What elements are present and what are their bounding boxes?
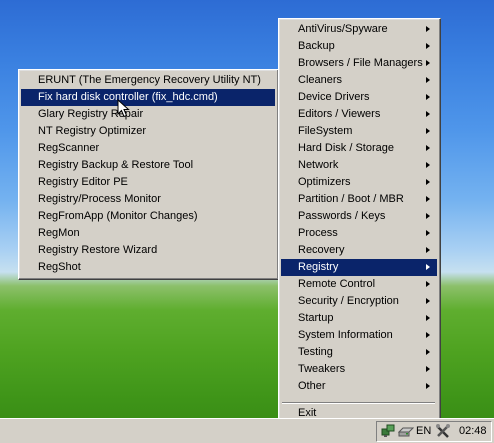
menu-item[interactable]: Optimizers [281,174,437,191]
menu-item-label: Backup [298,40,335,52]
submenu-arrow-icon [426,332,430,338]
menu-item-label: Recovery [298,244,345,256]
menu-item[interactable]: Tweakers [281,361,437,378]
submenu-arrow-icon [426,94,430,100]
menu-item[interactable]: Device Drivers [281,89,437,106]
menu-item-label: Registry [298,261,339,273]
menu-item[interactable]: Passwords / Keys [281,208,437,225]
clock[interactable]: 02:48 [459,425,487,437]
submenu-item[interactable]: Registry Backup & Restore Tool [21,157,275,174]
menu-item-label: FileSystem [298,125,353,137]
submenu-arrow-icon [426,60,430,66]
submenu-item[interactable]: Glary Registry Repair [21,106,275,123]
menu-item[interactable]: Cleaners [281,72,437,89]
submenu-arrow-icon [426,179,430,185]
submenu-arrow-icon [426,26,430,32]
submenu-arrow-icon [426,281,430,287]
menu-item[interactable]: Editors / Viewers [281,106,437,123]
menu-item[interactable]: Backup [281,38,437,55]
menu-item[interactable]: Security / Encryption [281,293,437,310]
menu-item-label: Testing [298,346,333,358]
submenu-item[interactable]: Fix hard disk controller (fix_hdc.cmd) [21,89,275,106]
menu-item-label: Network [298,159,339,171]
menu-item[interactable]: FileSystem [281,123,437,140]
submenu-arrow-icon [426,298,430,304]
menu-item-label: Registry Editor PE [38,176,128,188]
menu-item-label: Partition / Boot / MBR [298,193,404,205]
menu-item[interactable]: Testing [281,344,437,361]
menu-item-label: Security / Encryption [298,295,399,307]
submenu-item[interactable]: Registry/Process Monitor [21,191,275,208]
menu-item-label: Browsers / File Managers [298,57,423,69]
menu-item-label: Remote Control [298,278,376,290]
menu-item[interactable]: Browsers / File Managers [281,55,437,72]
tools-icon[interactable] [435,423,451,439]
menu-item-label: RegShot [38,261,81,273]
registry-submenu: ERUNT (The Emergency Recovery Utility NT… [18,69,279,280]
menu-item-label: ERUNT (The Emergency Recovery Utility NT… [38,74,261,86]
menu-item[interactable]: Hard Disk / Storage [281,140,437,157]
drive-icon[interactable] [398,423,414,439]
submenu-item[interactable]: RegScanner [21,140,275,157]
taskbar: EN 02:48 [0,418,494,443]
menu-item[interactable]: Partition / Boot / MBR [281,191,437,208]
submenu-arrow-icon [426,145,430,151]
submenu-arrow-icon [426,162,430,168]
menu-item-label: Registry Restore Wizard [38,244,158,256]
menu-item-label: Other [298,380,326,392]
submenu-item[interactable]: RegMon [21,225,275,242]
submenu-arrow-icon [426,213,430,219]
menu-item-label: Registry/Process Monitor [38,193,161,205]
submenu-arrow-icon [426,315,430,321]
menu-item-label: AntiVirus/Spyware [298,23,388,35]
menu-item-label: RegMon [38,227,80,239]
menu-item-label: Editors / Viewers [298,108,381,120]
submenu-arrow-icon [426,111,430,117]
menu-item-label: Cleaners [298,74,343,86]
submenu-item[interactable]: NT Registry Optimizer [21,123,275,140]
menu-separator [282,402,435,404]
menu-item[interactable]: Remote Control [281,276,437,293]
submenu-item[interactable]: ERUNT (The Emergency Recovery Utility NT… [21,72,275,89]
menu-item-label: Passwords / Keys [298,210,386,222]
submenu-item[interactable]: Registry Editor PE [21,174,275,191]
menu-item-label: Tweakers [298,363,346,375]
menu-item[interactable]: Startup [281,310,437,327]
menu-item[interactable]: AntiVirus/Spyware [281,21,437,38]
network-icon[interactable] [380,423,396,439]
language-indicator[interactable]: EN [416,425,431,437]
submenu-arrow-icon [426,247,430,253]
menu-item-label: NT Registry Optimizer [38,125,146,137]
submenu-item[interactable]: RegShot [21,259,275,276]
menu-item[interactable]: Other [281,378,437,395]
menu-item-label: RegFromApp (Monitor Changes) [38,210,198,222]
menu-item[interactable]: System Information [281,327,437,344]
main-menu: AntiVirus/Spyware Backup Browsers / File M… [278,18,441,429]
menu-item-label: Startup [298,312,334,324]
menu-item[interactable]: Process [281,225,437,242]
submenu-arrow-icon [426,77,430,83]
menu-item-label: Hard Disk / Storage [298,142,394,154]
menu-item-label: RegScanner [38,142,100,154]
submenu-arrow-icon [426,230,430,236]
menu-item-label: Optimizers [298,176,351,188]
submenu-item[interactable]: RegFromApp (Monitor Changes) [21,208,275,225]
mouse-cursor-icon [117,99,130,118]
menu-item-label: Device Drivers [298,91,370,103]
menu-item-label: Registry Backup & Restore Tool [38,159,194,171]
menu-item[interactable]: Recovery [281,242,437,259]
submenu-arrow-icon [426,196,430,202]
submenu-arrow-icon [426,128,430,134]
submenu-arrow-icon [426,43,430,49]
submenu-arrow-icon [426,366,430,372]
submenu-arrow-icon [426,383,430,389]
menu-item[interactable]: Registry [281,259,437,276]
submenu-arrow-icon [426,264,430,270]
menu-item-label: System Information [298,329,393,341]
submenu-item[interactable]: Registry Restore Wizard [21,242,275,259]
menu-item-label: Process [298,227,338,239]
submenu-arrow-icon [426,349,430,355]
menu-item[interactable]: Network [281,157,437,174]
system-tray: EN 02:48 [376,421,492,442]
